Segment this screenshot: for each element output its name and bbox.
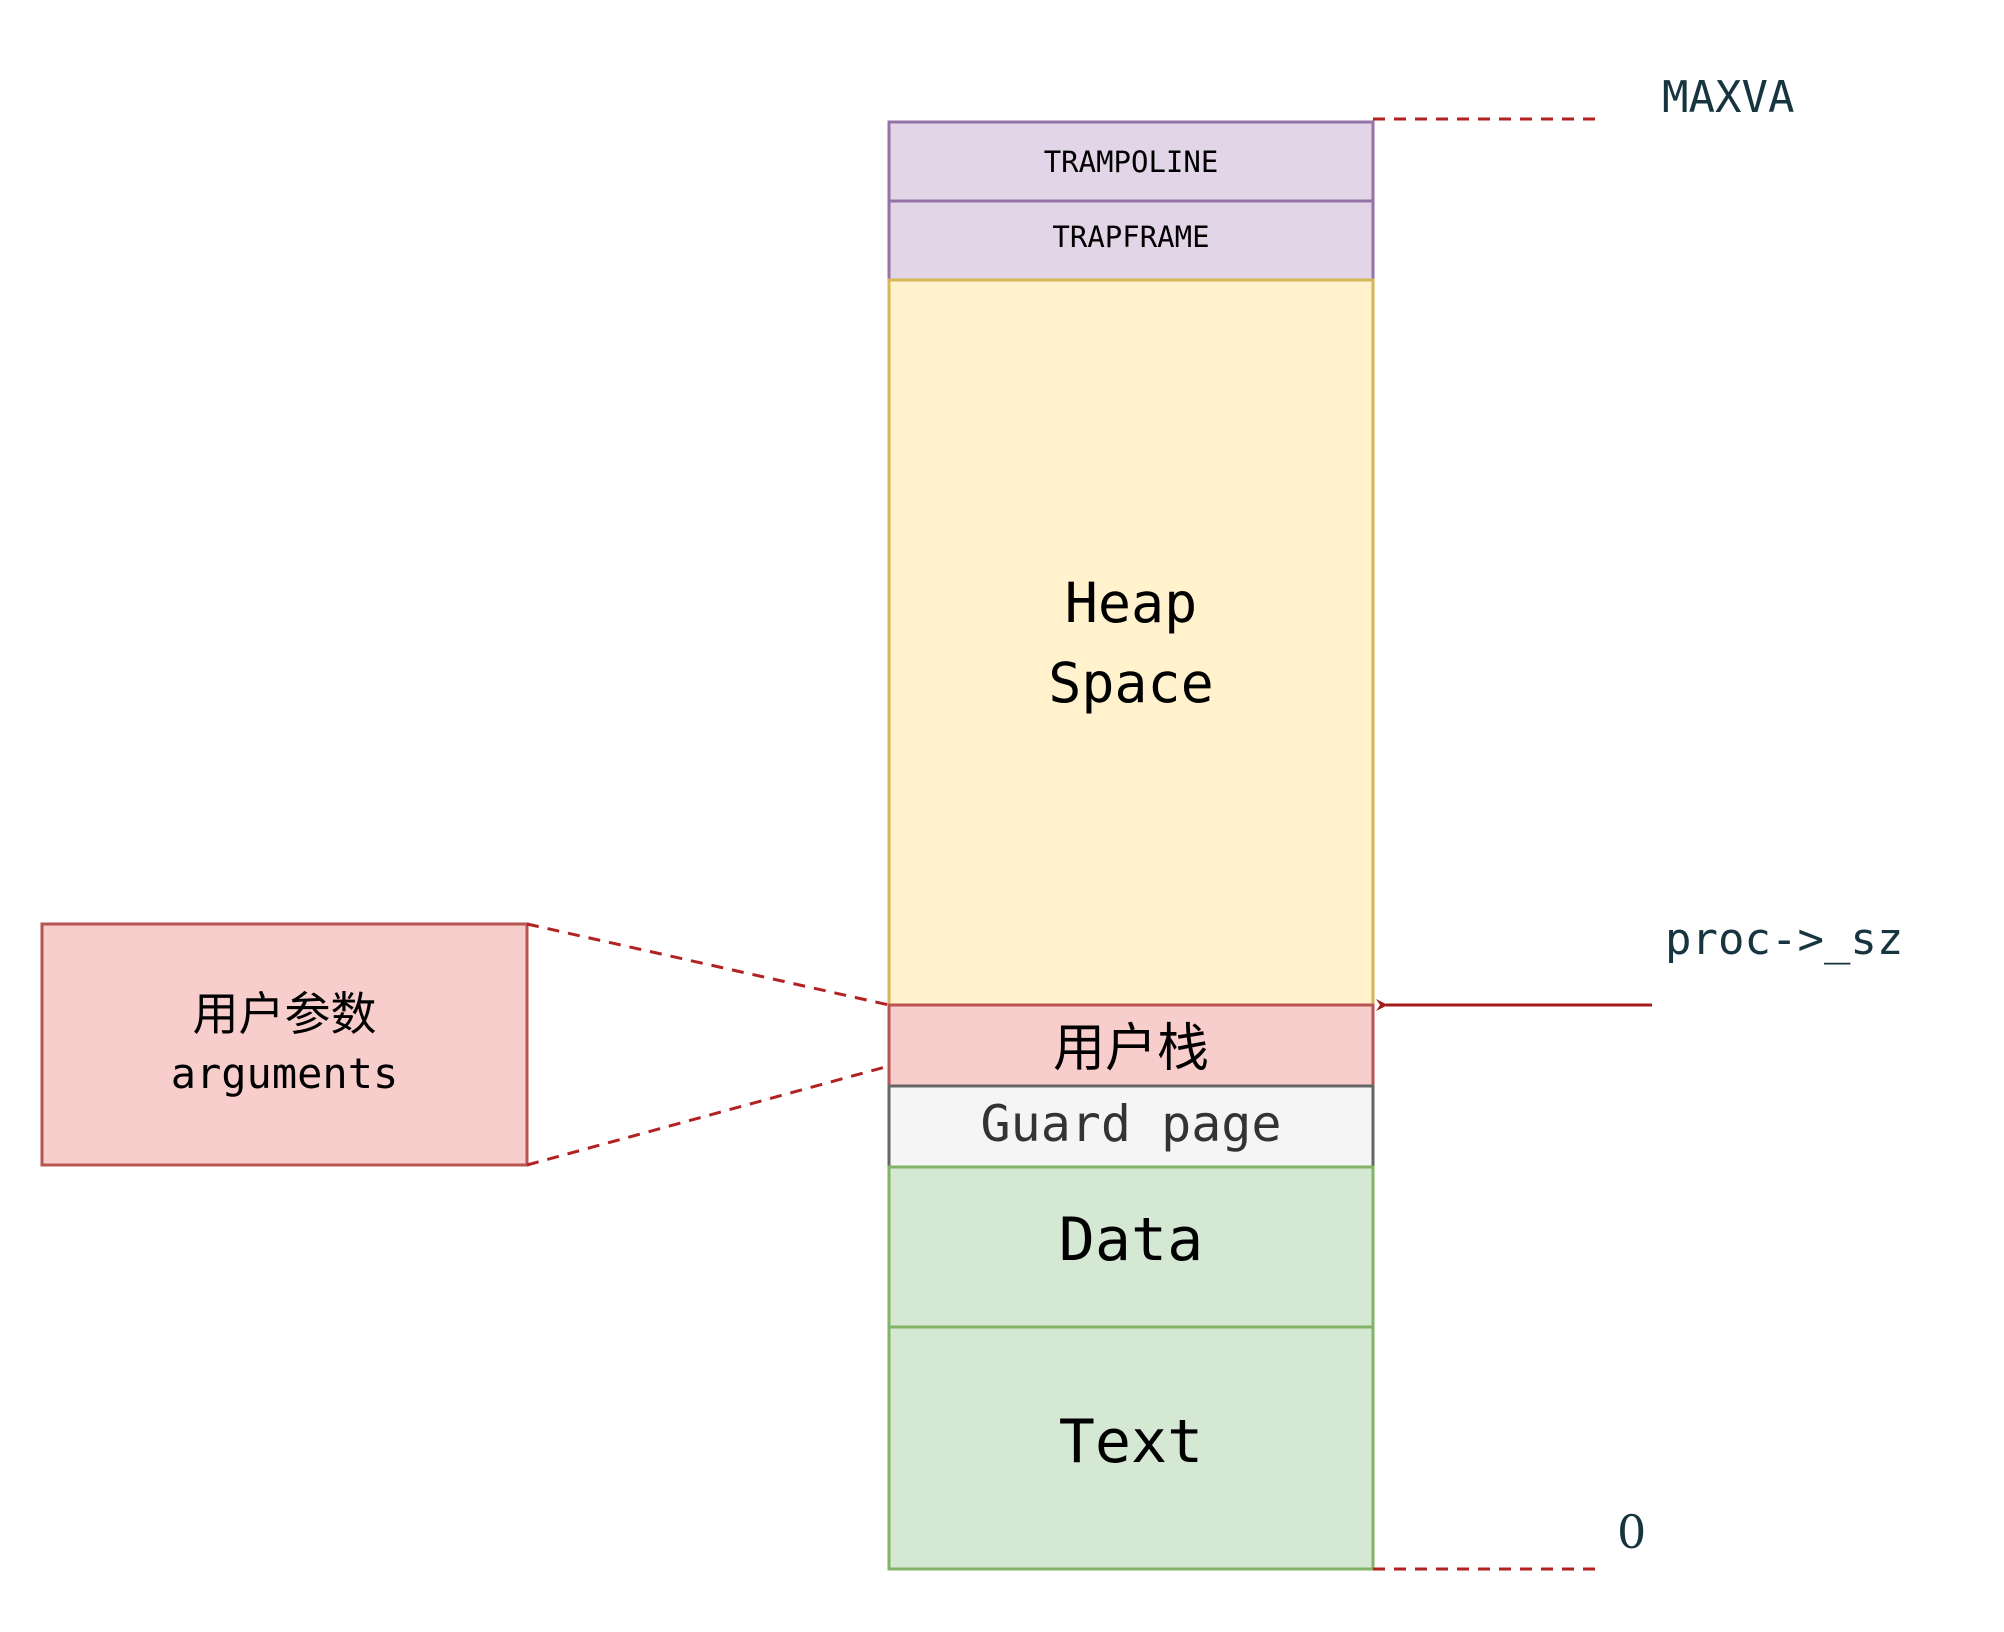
maxva-label: MAXVA [1662,72,1795,123]
callout-connector-top [526,922,890,1007]
trampoline-label: TRAMPOLINE [1043,144,1219,179]
callout-label-chinese: 用户参数 [192,987,377,1041]
text-label: Text [1058,1407,1204,1477]
callout-connector-bottom [526,1064,890,1167]
data-label: Data [1058,1205,1204,1275]
user-stack-label: 用户栈 [1052,1018,1209,1079]
guard-page-label: Guard page [980,1095,1282,1153]
zero-label: 0 [1617,1505,1647,1559]
trapframe-label: TRAPFRAME [1052,220,1210,254]
heap-label: Heap Space [1048,570,1214,715]
callout-label-arguments: arguments [170,1048,399,1098]
proc-sz-label: proc->_sz [1665,914,1904,965]
